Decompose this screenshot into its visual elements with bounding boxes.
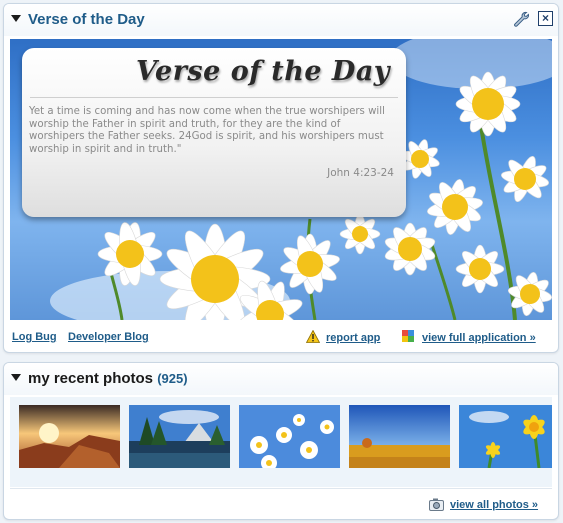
divider — [10, 488, 552, 489]
verse-card: Verse of the Day Yet a time is coming an… — [22, 48, 406, 217]
verse-of-the-day-widget: Verse of the Day × Verse of the Day Yet … — [3, 3, 559, 353]
photo-thumbnail[interactable] — [239, 405, 340, 468]
photo-thumbnail[interactable] — [129, 405, 230, 468]
caret-down-icon[interactable] — [11, 15, 21, 22]
developer-blog-link[interactable]: Developer Blog — [68, 331, 149, 343]
log-bug-link[interactable]: Log Bug — [12, 331, 57, 343]
verse-image: Verse of the Day Yet a time is coming an… — [10, 39, 552, 320]
divider — [30, 97, 398, 98]
photo-thumbnail[interactable] — [349, 405, 450, 468]
photos-title-label: my recent photos — [28, 370, 154, 387]
photo-thumbnail[interactable] — [459, 405, 552, 468]
widget-header: Verse of the Day × — [4, 4, 558, 36]
warning-icon — [306, 330, 320, 343]
recent-photos-widget: my recent photos (925) view all photos » — [3, 362, 559, 520]
view-all-photos-link[interactable]: view all photos » — [450, 499, 538, 511]
application-icon — [402, 330, 414, 342]
verse-card-heading: Verse of the Day — [136, 56, 390, 87]
verse-reference: John 4:23-24 — [327, 167, 394, 179]
camera-icon — [429, 498, 444, 511]
photo-count: (925) — [157, 371, 188, 386]
view-full-application-link[interactable]: view full application » — [422, 332, 536, 344]
caret-down-icon[interactable] — [11, 374, 21, 381]
photo-thumbnail[interactable] — [19, 405, 120, 468]
photo-strip — [10, 397, 552, 487]
wrench-icon[interactable] — [513, 11, 529, 27]
widget-title[interactable]: Verse of the Day — [28, 11, 145, 28]
report-app-link[interactable]: report app — [326, 332, 380, 344]
verse-text: Yet a time is coming and has now come wh… — [29, 106, 385, 155]
widget-title[interactable]: my recent photos (925) — [28, 370, 188, 387]
widget-header: my recent photos (925) — [4, 363, 558, 395]
close-icon[interactable]: × — [538, 11, 553, 26]
